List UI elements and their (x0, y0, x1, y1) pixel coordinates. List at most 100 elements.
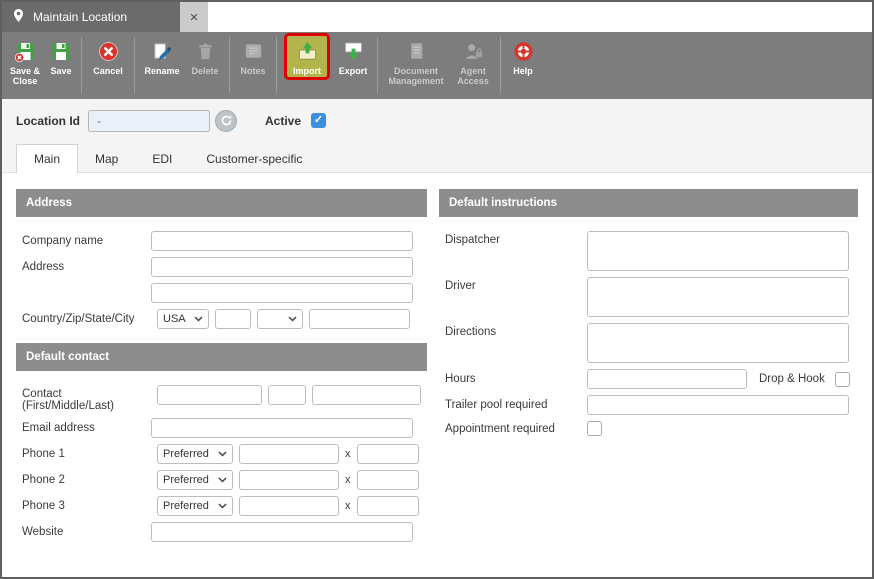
website-label: Website (16, 526, 151, 538)
dispatcher-label: Dispatcher (439, 231, 587, 246)
contact-last-input[interactable] (312, 385, 421, 405)
country-zip-state-city-label: Country/Zip/State/City (16, 313, 151, 325)
document-tab-bar: Maintain Location × (2, 2, 872, 32)
address-section-header: Address (16, 189, 427, 217)
phone1-preference-value: Preferred (163, 448, 209, 460)
tab-customer-specific[interactable]: Customer-specific (189, 145, 319, 172)
tab-edi[interactable]: EDI (135, 145, 189, 172)
hours-input[interactable] (587, 369, 747, 389)
directions-label: Directions (439, 323, 587, 338)
toolbar-separator (377, 37, 378, 93)
default-instructions-section-header: Default instructions (439, 189, 858, 217)
phone2-number-input[interactable] (239, 470, 339, 490)
website-input[interactable] (151, 522, 413, 542)
toolbar-button-label: Rename (144, 66, 179, 76)
directions-textarea[interactable] (587, 323, 849, 363)
state-select[interactable] (257, 309, 303, 329)
dispatcher-textarea[interactable] (587, 231, 849, 271)
phone3-preferred-select[interactable]: Preferred (157, 496, 233, 516)
driver-textarea[interactable] (587, 277, 849, 317)
rename-button[interactable]: Rename (139, 36, 185, 77)
hours-label: Hours (439, 373, 587, 385)
driver-label: Driver (439, 277, 587, 292)
cancel-button[interactable]: Cancel (86, 36, 130, 77)
phone3-number-input[interactable] (239, 496, 339, 516)
right-column: Default instructions Dispatcher Driver D… (439, 189, 858, 548)
phone1-preferred-select[interactable]: Preferred (157, 444, 233, 464)
toolbar-separator (134, 37, 135, 93)
trailer-pool-label: Trailer pool required (439, 399, 587, 411)
cancel-icon (97, 38, 120, 65)
phone3-ext-input[interactable] (357, 496, 419, 516)
phone1-number-input[interactable] (239, 444, 339, 464)
default-contact-section-header: Default contact (16, 343, 427, 371)
location-id-input[interactable] (88, 110, 210, 132)
chevron-down-icon (218, 451, 227, 457)
email-row: Email address (16, 418, 427, 438)
toolbar-separator (500, 37, 501, 93)
trailer-pool-row: Trailer pool required (439, 395, 858, 415)
chevron-down-icon (194, 316, 203, 322)
trailer-pool-input[interactable] (587, 395, 849, 415)
phone1-ext-input[interactable] (357, 444, 419, 464)
save-and-close-button[interactable]: Save & Close (5, 36, 45, 88)
phone3-label: Phone 3 (16, 500, 151, 512)
zip-input[interactable] (215, 309, 251, 329)
document-management-icon (405, 38, 428, 65)
save-icon (49, 38, 73, 65)
address-line1-input[interactable] (151, 257, 413, 277)
main-content: Address Company name Address Country/Zip… (2, 173, 872, 548)
appointment-checkbox[interactable] (587, 421, 602, 436)
toolbar-button-label: Document Management (383, 66, 449, 87)
document-management-button: Document Management (382, 36, 450, 88)
contact-middle-input[interactable] (268, 385, 306, 405)
address-row-1: Address (16, 257, 427, 277)
delete-icon (194, 38, 217, 65)
website-row: Website (16, 522, 427, 542)
phone3-preference-value: Preferred (163, 500, 209, 512)
tab-map[interactable]: Map (78, 145, 135, 172)
phone1-ext-separator: x (345, 448, 351, 460)
export-button[interactable]: Export (333, 36, 373, 77)
agent-access-icon (462, 38, 485, 65)
drop-hook-label: Drop & Hook (759, 373, 825, 385)
appointment-label: Appointment required (439, 423, 587, 435)
toolbar-separator (276, 37, 277, 93)
save-close-icon (13, 38, 37, 65)
import-icon (296, 38, 319, 65)
email-input[interactable] (151, 418, 413, 438)
city-input[interactable] (309, 309, 410, 329)
help-button[interactable]: Help (505, 36, 541, 77)
tab-maintain-location[interactable]: Maintain Location (2, 2, 180, 32)
contact-label: Contact (First/Middle/Last) (16, 385, 151, 412)
phone2-preferred-select[interactable]: Preferred (157, 470, 233, 490)
drop-hook-checkbox[interactable] (835, 372, 850, 387)
tab-strip: Main Map EDI Customer-specific (2, 142, 872, 173)
save-button[interactable]: Save (45, 36, 77, 77)
toolbar-separator (81, 37, 82, 93)
left-column: Address Company name Address Country/Zip… (16, 189, 427, 548)
toolbar-button-label: Cancel (93, 66, 123, 76)
company-name-input[interactable] (151, 231, 413, 251)
help-icon (512, 38, 535, 65)
rename-icon (151, 38, 174, 65)
toolbar-button-label: Delete (191, 66, 218, 76)
driver-row: Driver (439, 277, 858, 317)
country-select-value: USA (163, 313, 186, 325)
tab-main[interactable]: Main (16, 144, 78, 173)
contact-first-input[interactable] (157, 385, 262, 405)
toolbar-button-label: Save & Close (6, 66, 44, 87)
address-line2-input[interactable] (151, 283, 413, 303)
tab-close-button[interactable]: × (180, 2, 208, 32)
import-button[interactable]: Import (287, 36, 327, 77)
active-checkbox[interactable] (311, 113, 326, 128)
contact-label-line2: (First/Middle/Last) (22, 400, 151, 412)
appointment-row: Appointment required (439, 421, 858, 436)
phone2-ext-input[interactable] (357, 470, 419, 490)
country-select[interactable]: USA (157, 309, 209, 329)
toolbar-button-label: Agent Access (451, 66, 495, 87)
window-tab-title: Maintain Location (33, 10, 127, 24)
phone2-row: Phone 2 Preferred x (16, 470, 427, 490)
refresh-button[interactable] (215, 110, 237, 132)
toolbar-separator (229, 37, 230, 93)
